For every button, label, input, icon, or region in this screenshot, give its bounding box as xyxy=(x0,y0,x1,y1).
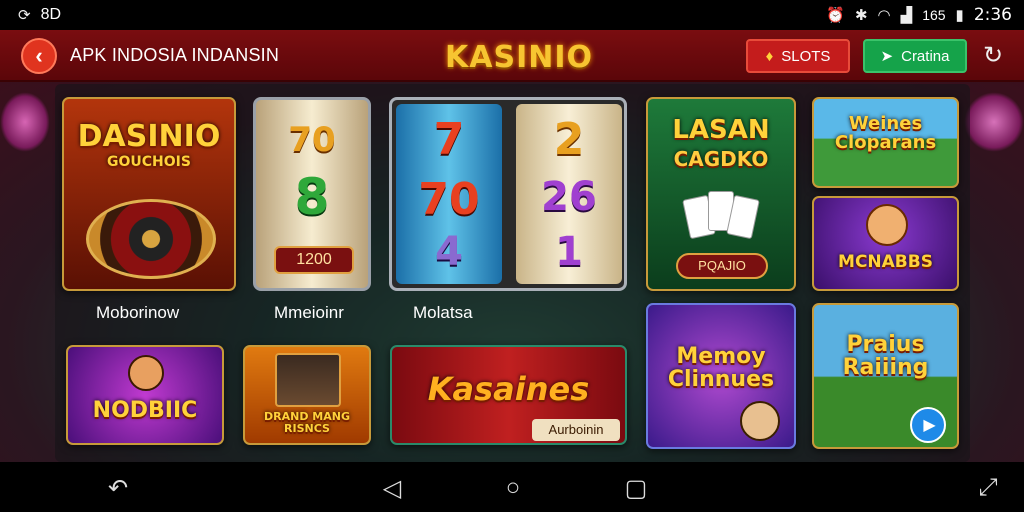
brand-logo: KASINIO xyxy=(445,40,594,75)
praius-title: Praius Raiiing xyxy=(842,332,929,381)
kasaines-title: Kasaines xyxy=(427,370,590,408)
play-icon: ▶ xyxy=(923,417,936,434)
character-face-image xyxy=(866,204,908,246)
coins-icon: ♦ xyxy=(765,47,774,65)
lasan-subtitle: CAGDKO xyxy=(673,147,769,171)
expand-button[interactable]: ⤢ xyxy=(974,474,1002,502)
nodbiic-title: NODBIIC xyxy=(92,398,198,423)
back-button[interactable]: ‹ xyxy=(21,38,57,74)
reel3-symbol-1: 2 xyxy=(553,114,585,165)
mcnabbs-title: MCNABBS xyxy=(838,252,933,272)
roulette-caption: Moborinow xyxy=(96,303,180,322)
nav-home-button[interactable]: ○ xyxy=(499,474,527,502)
game-grid: DASINIO GOUCHOIS Moborinow 70 8 1200 Mme… xyxy=(0,82,1024,462)
detective-character-image xyxy=(740,401,780,441)
android-nav-bar: ↶ ◁ ○ ▢ ⤢ xyxy=(0,462,1024,512)
nav-recents-button[interactable]: ▢ xyxy=(622,474,650,502)
slots-man-title: DRAND MANG RISNCS xyxy=(264,410,350,435)
roulette-title: DASINIO xyxy=(77,119,221,154)
reels-caption: Molatsa xyxy=(413,303,473,322)
status-bar: ⟳ 8D ⏰ ✱ ◠ ▟ 165 ▮ 2:36 xyxy=(0,0,1024,30)
app-title: APK INDOSIA INDANSIN xyxy=(70,45,280,65)
reel2-symbol-2: 70 xyxy=(418,174,480,225)
share-label: Cratina xyxy=(901,47,950,65)
nav-back-icon: ↶ xyxy=(107,474,129,502)
reel2-symbol-1: 7 xyxy=(433,114,465,165)
game-tile-mcnabbs[interactable]: MCNABBS xyxy=(812,196,959,291)
reel-blue: 7 70 4 xyxy=(396,104,502,284)
lasan-play-button[interactable]: PQAJIO xyxy=(676,253,768,279)
slots-label: SLOTS xyxy=(781,47,831,65)
reel-cream: 2 26 1 xyxy=(516,104,622,284)
refresh-button[interactable]: ↻ xyxy=(978,40,1008,70)
reel1-caption: Mmeioinr xyxy=(274,303,344,322)
battery-text: 165 xyxy=(922,7,946,23)
character-cowboy-image xyxy=(128,355,164,391)
neon-light-right xyxy=(964,92,1024,152)
nav-recents-icon: ▢ xyxy=(624,474,648,502)
reel1-symbol-1: 70 xyxy=(288,120,336,160)
neon-light-left xyxy=(0,92,50,152)
alarm-icon: ⏰ xyxy=(826,7,845,24)
reel3-symbol-2: 26 xyxy=(541,174,597,220)
play-button[interactable]: ▶ xyxy=(910,407,946,443)
game-tile-lasan-casino[interactable]: LASAN CAGDKO PQAJIO xyxy=(646,97,796,291)
game-tile-praius[interactable]: Praius Raiiing ▶ xyxy=(812,303,959,449)
roulette-subtitle: GOUCHOIS xyxy=(107,154,191,170)
game-tile-kasaines[interactable]: Kasaines Aurboinin xyxy=(390,345,627,445)
game-tile-reel-1[interactable]: 70 8 1200 xyxy=(253,97,371,291)
nav-home-triangle-button[interactable]: ◁ xyxy=(378,474,406,502)
lasan-button-label: PQAJIO xyxy=(698,258,746,273)
game-tile-nodbiic[interactable]: NODBIIC xyxy=(66,345,224,445)
game-tile-roulette[interactable]: DASINIO GOUCHOIS xyxy=(62,97,236,291)
memory-title: Memoy Clinnues xyxy=(667,344,775,393)
nav-triangle-icon: ◁ xyxy=(382,474,402,502)
weines-title: Weines Cloparans xyxy=(834,113,937,153)
clock: 2:36 xyxy=(973,5,1012,25)
reel1-symbol-2: 8 xyxy=(294,168,330,226)
share-button[interactable]: ➤ Cratina xyxy=(863,39,967,73)
chevron-left-icon: ‹ xyxy=(35,43,43,68)
reel-price-badge: 1200 xyxy=(274,246,354,274)
kasaines-sub-label: Aurboinin xyxy=(548,422,604,437)
roulette-wheel-image xyxy=(86,199,216,279)
bluetooth-icon: ✱ xyxy=(854,7,868,24)
game-tile-slots-man[interactable]: DRAND MANG RISNCS xyxy=(243,345,371,445)
playing-cards-image xyxy=(682,189,760,243)
refresh-icon: ↻ xyxy=(982,41,1004,69)
signal-icon: ▟ xyxy=(900,7,913,24)
reel3-symbol-3: 1 xyxy=(555,229,583,275)
expand-icon: ⤢ xyxy=(978,474,998,501)
nav-home-icon: ○ xyxy=(505,474,521,501)
sync-icon: ⟳ xyxy=(18,7,31,24)
reel2-symbol-3: 4 xyxy=(435,229,463,275)
kasaines-sub-button[interactable]: Aurboinin xyxy=(532,419,620,441)
battery-icon: ▮ xyxy=(955,7,964,24)
reel-price: 1200 xyxy=(296,251,332,268)
status-left-text: 8D xyxy=(40,6,62,23)
slots-button[interactable]: ♦ SLOTS xyxy=(746,39,850,73)
man-portrait-image xyxy=(275,353,341,407)
wifi-icon: ◠ xyxy=(877,7,891,24)
nav-back-button[interactable]: ↶ xyxy=(104,474,132,502)
app-header: ‹ APK INDOSIA INDANSIN KASINIO ♦ SLOTS ➤… xyxy=(0,30,1024,82)
game-tile-weines[interactable]: Weines Cloparans xyxy=(812,97,959,188)
lasan-title: LASAN xyxy=(672,115,770,145)
game-tile-slot-reels[interactable]: 7 70 4 2 26 1 xyxy=(389,97,627,291)
share-arrow-icon: ➤ xyxy=(880,48,894,65)
game-tile-memory[interactable]: Memoy Clinnues xyxy=(646,303,796,449)
